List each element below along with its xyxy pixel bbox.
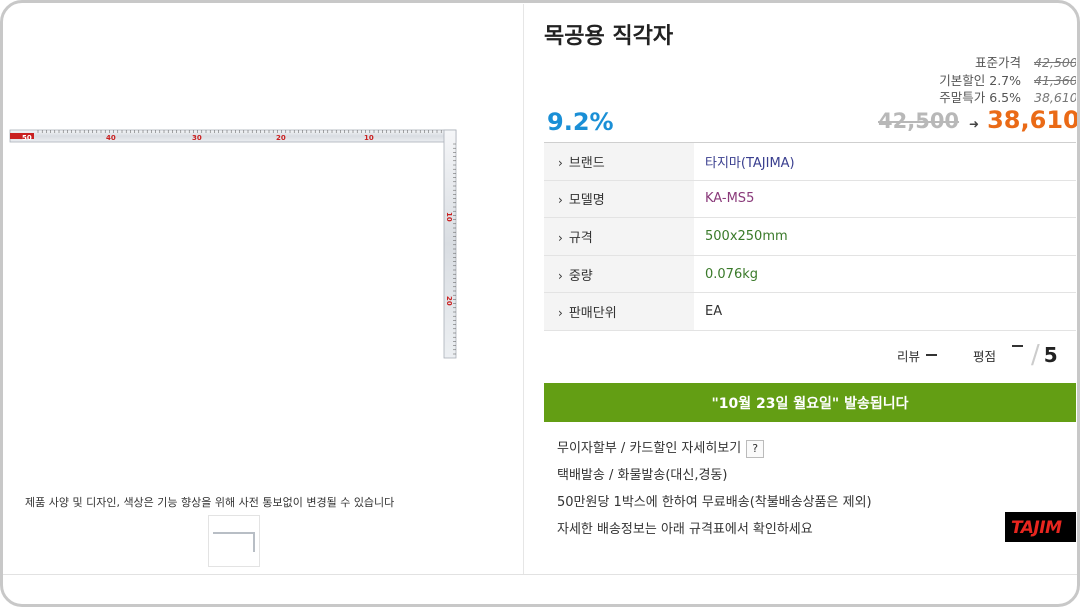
ruler-mark: 20 bbox=[445, 296, 453, 306]
spec-row: › 판매단위 EA bbox=[544, 292, 1076, 331]
review-label: 리뷰 bbox=[897, 348, 921, 364]
brand-logo[interactable]: TAJIM bbox=[1005, 512, 1076, 542]
thumbnail-image bbox=[213, 532, 255, 552]
price-value: 38,610 bbox=[1034, 90, 1076, 105]
spec-label: 규격 bbox=[568, 230, 593, 246]
price-value: 42,500 bbox=[1034, 55, 1076, 70]
spec-key: › 중량 bbox=[544, 255, 694, 293]
rating-slash: / bbox=[1031, 340, 1040, 370]
spec-key: › 브랜드 bbox=[544, 142, 694, 181]
ruler-mark: 50 bbox=[22, 134, 32, 142]
shipping-date-banner: "10월 23일 월요일" 발송됩니다 bbox=[544, 383, 1076, 422]
ruler-mark: 10 bbox=[445, 212, 453, 222]
spec-value: 타지마(TAJIMA) bbox=[705, 155, 795, 171]
original-price: 42,500 bbox=[878, 109, 960, 133]
spec-value: 0.076kg bbox=[705, 266, 758, 282]
spec-label: 중량 bbox=[568, 268, 593, 284]
spec-row: › 모델명 KA-MS5 bbox=[544, 180, 1076, 218]
spec-row: › 브랜드 타지마(TAJIMA) bbox=[544, 142, 1076, 181]
spec-row: › 중량 0.076kg bbox=[544, 255, 1076, 293]
shipping-methods: 택배발송 / 화물발송(대신,경동) bbox=[557, 468, 728, 483]
price-compare: 42,500 ➜ 38,610 원 bbox=[878, 106, 1080, 134]
spec-row: › 규격 500x250mm bbox=[544, 217, 1076, 256]
chevron-right-icon: › bbox=[558, 193, 563, 208]
rating-max: 5 bbox=[1043, 343, 1058, 367]
spec-value: 500x250mm bbox=[705, 228, 788, 244]
ruler-mark: 30 bbox=[192, 134, 202, 142]
spec-key: › 모델명 bbox=[544, 180, 694, 218]
spec-label: 모델명 bbox=[568, 193, 605, 209]
chevron-right-icon: › bbox=[558, 306, 563, 321]
discount-rate: 9.2% bbox=[547, 108, 614, 136]
chevron-right-icon: › bbox=[558, 268, 563, 283]
product-image[interactable]: 50 40 30 20 10 10 20 bbox=[8, 128, 460, 364]
product-title: 목공용 직각자 bbox=[544, 24, 674, 49]
brand-logo-text: TAJIM bbox=[1011, 518, 1062, 538]
spec-label: 판매단위 bbox=[568, 306, 617, 322]
image-notice: 제품 사양 및 디자인, 색상은 기능 향상을 위해 사전 통보없이 변경될 수… bbox=[25, 496, 395, 509]
price-row: 주말특가 6.5% 38,610 bbox=[880, 89, 1076, 107]
price-value: 41,360 bbox=[1034, 72, 1076, 88]
installment-info: 무이자할부 / 카드할인 자세히보기? bbox=[557, 437, 765, 458]
price-label: 주말특가 6.5% bbox=[939, 90, 1021, 105]
review-count-dash bbox=[926, 354, 938, 356]
rating-score-dash bbox=[1012, 345, 1024, 347]
rating-label: 평점 bbox=[973, 348, 997, 364]
thumbnail[interactable] bbox=[208, 515, 260, 567]
arrow-right-icon: ➜ bbox=[969, 117, 980, 131]
bottom-divider bbox=[0, 574, 1080, 575]
spec-value: KA-MS5 bbox=[705, 191, 755, 207]
help-button[interactable]: ? bbox=[746, 439, 765, 458]
price-label: 표준가격 bbox=[974, 55, 1021, 70]
review-summary: 리뷰 평점 / 5 bbox=[897, 342, 1058, 368]
ruler-mark: 10 bbox=[364, 134, 374, 142]
spec-key: › 규격 bbox=[544, 217, 694, 256]
price-breakdown: 표준가격 42,500 기본할인 2.7% 41,360 주말특가 6.5% 3… bbox=[880, 54, 1076, 107]
chevron-right-icon: › bbox=[558, 230, 563, 245]
price-label: 기본할인 2.7% bbox=[939, 72, 1021, 88]
spec-key: › 판매단위 bbox=[544, 292, 694, 331]
chevron-right-icon: › bbox=[558, 155, 563, 170]
ruler-mark: 40 bbox=[106, 134, 116, 142]
installment-text[interactable]: 무이자할부 / 카드할인 자세히보기 bbox=[557, 441, 741, 456]
spec-label: 브랜드 bbox=[568, 155, 605, 171]
price-row: 표준가격 42,500 bbox=[880, 54, 1076, 72]
column-divider bbox=[523, 4, 524, 575]
shipping-details-note: 자세한 배송정보는 아래 규격표에서 확인하세요 bbox=[557, 522, 813, 537]
ruler-mark: 20 bbox=[276, 134, 286, 142]
price-row: 기본할인 2.7% 41,360 bbox=[880, 72, 1076, 90]
spec-value: EA bbox=[705, 304, 723, 320]
spec-table: › 브랜드 타지마(TAJIMA) › 모델명 KA-MS5 › 규격 500x250… bbox=[544, 142, 1076, 331]
final-price: 38,610 bbox=[987, 106, 1080, 134]
free-shipping-note: 50만원당 1박스에 한하여 무료배송(착불배송상품은 제외) bbox=[557, 495, 872, 510]
